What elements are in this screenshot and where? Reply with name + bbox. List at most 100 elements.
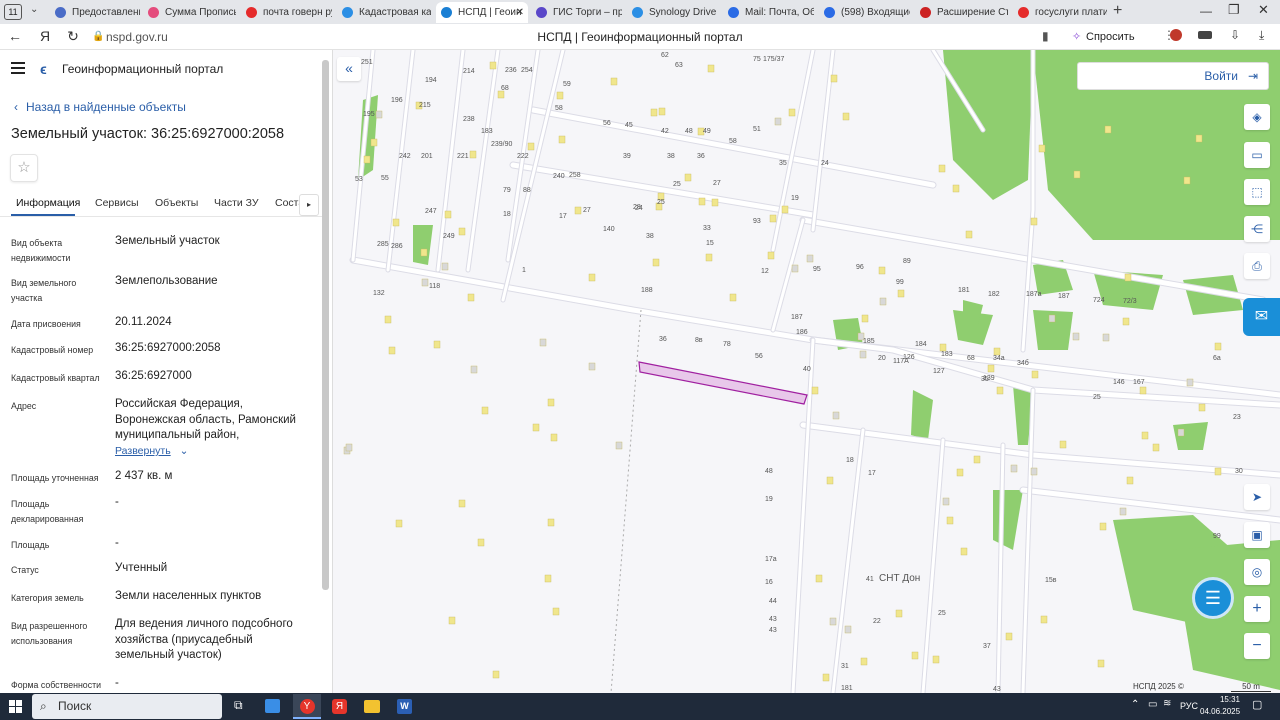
reload-icon[interactable]: ↻ xyxy=(64,28,82,45)
bookmark-icon[interactable]: ▮ xyxy=(1042,29,1049,43)
browser-tab[interactable]: Сумма Прописы xyxy=(143,2,236,23)
house-number-label: 45 xyxy=(625,122,633,129)
zoom-in-button[interactable]: + xyxy=(1244,596,1270,622)
close-tab-icon[interactable]: ✕ xyxy=(516,2,524,23)
panel-tab[interactable]: Части ЗУ xyxy=(214,197,259,209)
tab-label: Mail: Почта, Обл xyxy=(745,7,814,18)
tray-chevron-icon[interactable]: ⌃ xyxy=(1131,699,1139,710)
collapse-panel-button[interactable]: « xyxy=(337,57,361,81)
map-building xyxy=(1104,125,1112,134)
clock[interactable]: 15:31 04.06.2025 xyxy=(1200,694,1240,718)
browser-tab[interactable]: госуслуги плати xyxy=(1013,2,1107,23)
map-building xyxy=(588,362,596,371)
file-explorer-icon[interactable] xyxy=(364,700,380,713)
wifi-icon[interactable]: ≋ xyxy=(1163,698,1171,709)
geolocation-icon[interactable]: ➤ xyxy=(1244,484,1270,510)
tab-favicon-icon xyxy=(1018,7,1029,18)
panel-tab[interactable]: Сервисы xyxy=(95,197,139,209)
house-number-label: 6а xyxy=(1213,355,1221,362)
browser-tab[interactable]: (598) Входящие xyxy=(819,2,910,23)
map-building xyxy=(993,347,1001,356)
extension-icon[interactable] xyxy=(1198,31,1212,39)
minimize-icon[interactable]: — xyxy=(1200,4,1212,18)
print-icon[interactable]: ⎙ xyxy=(1244,253,1270,279)
profile-icon[interactable] xyxy=(1170,29,1182,41)
browser-tab[interactable]: почта говерн ру xyxy=(241,2,332,23)
assistant-icon[interactable]: ✉ xyxy=(1243,298,1280,336)
browser-tab[interactable]: ГИС Торги – про xyxy=(531,2,622,23)
map-building xyxy=(588,273,596,282)
minimap-icon[interactable]: ▣ xyxy=(1244,522,1270,548)
close-window-icon[interactable]: ✕ xyxy=(1258,2,1269,18)
yandex-icon-taskbar[interactable]: Я xyxy=(332,699,347,714)
browser-tab[interactable]: Synology Drive xyxy=(627,2,718,23)
house-number-label: 215 xyxy=(419,102,431,109)
chat-fab-icon[interactable]: ☰ xyxy=(1192,577,1234,619)
browser-tab[interactable]: Предоставлени xyxy=(50,2,140,23)
task-view-icon[interactable]: ⧉ xyxy=(234,698,243,713)
location-pin-icon[interactable]: ◎ xyxy=(1244,559,1270,585)
house-number-label: 12 xyxy=(761,268,769,275)
map-building xyxy=(973,455,981,464)
browser-tab[interactable]: НСПД | Геоин ✕ xyxy=(436,2,528,23)
map-canvas[interactable]: 251 194 214 236 254 62 63 75 175/37 195 196 215 238 6… xyxy=(333,50,1280,693)
yandex-icon[interactable]: Я xyxy=(36,28,54,44)
house-number-label: 99 xyxy=(1213,533,1221,540)
house-number-label: 240 xyxy=(553,173,565,180)
tab-list-chevron-icon[interactable]: ⌄ xyxy=(30,4,38,15)
house-number-label: 22 xyxy=(873,618,881,625)
sparkle-icon: ✧ xyxy=(1072,31,1082,43)
notification-icon[interactable]: ▢ xyxy=(1252,698,1262,711)
map-building xyxy=(552,607,560,616)
tab-label: Synology Drive xyxy=(649,7,717,18)
browser-tab[interactable]: Mail: Почта, Обл xyxy=(723,2,814,23)
network-icon[interactable]: ▭ xyxy=(1148,699,1157,710)
share-icon[interactable]: ⋲ xyxy=(1244,216,1270,242)
login-button[interactable]: Войти ⇥ xyxy=(1077,62,1269,90)
yandex-browser-icon[interactable]: Y xyxy=(293,694,321,719)
selected-parcel[interactable] xyxy=(638,361,808,405)
house-number-label: 44 xyxy=(769,598,777,605)
map-building xyxy=(574,206,582,215)
windows-start-icon[interactable] xyxy=(9,700,22,713)
back-arrow-icon[interactable]: ← xyxy=(6,28,24,44)
expand-address-link[interactable]: Развернуть ⌄ xyxy=(115,445,188,457)
store-icon[interactable] xyxy=(265,699,280,713)
field-label: Вид объекта недвижимости xyxy=(11,238,71,263)
tab-favicon-icon xyxy=(632,7,643,18)
browser-tab[interactable]: Кадастровая кар xyxy=(337,2,431,23)
map-building xyxy=(1097,659,1105,668)
download-icon[interactable]: ⤓ xyxy=(1259,28,1264,43)
sidebar-scrollbar[interactable] xyxy=(322,60,329,590)
language-indicator[interactable]: РУС xyxy=(1180,701,1198,711)
restore-icon[interactable]: ❐ xyxy=(1228,2,1240,18)
panel-tab[interactable]: Информация xyxy=(16,197,80,209)
panel-tab[interactable]: Объекты xyxy=(155,197,198,209)
tabs-scroll-right-button[interactable]: ▸ xyxy=(299,194,319,216)
hamburger-menu-icon[interactable] xyxy=(11,62,25,74)
select-area-icon[interactable]: ⬚ xyxy=(1244,179,1270,205)
downloads-icon[interactable]: ⇩ xyxy=(1230,28,1240,42)
map-road-core xyxy=(831,428,865,693)
house-number-label: 127 xyxy=(933,368,945,375)
url-field[interactable]: 🔒 nspd.gov.ru xyxy=(90,27,230,47)
tab-favicon-icon xyxy=(148,7,159,18)
new-tab-button[interactable]: + xyxy=(1113,2,1122,20)
ruler-icon[interactable]: ▭ xyxy=(1244,142,1270,168)
word-icon[interactable]: W xyxy=(397,699,412,714)
house-number-label: 118 xyxy=(429,283,440,290)
back-to-results-link[interactable]: ‹ Назад в найденные объекты xyxy=(14,100,186,114)
zoom-out-button[interactable]: − xyxy=(1244,633,1270,659)
layers-icon[interactable]: ◈ xyxy=(1244,104,1270,130)
browser-tab[interactable]: Расширение Стр xyxy=(915,2,1008,23)
taskbar-search[interactable]: ⌕ Поиск xyxy=(32,694,222,719)
search-icon: ⌕ xyxy=(40,699,47,713)
map-building xyxy=(1031,370,1039,379)
tab-count-badge[interactable]: 11 xyxy=(4,4,22,20)
favorite-star-icon[interactable]: ☆ xyxy=(10,154,38,182)
map-building xyxy=(1005,632,1013,641)
house-number-label: 37 xyxy=(983,643,991,650)
map-building xyxy=(558,135,566,144)
ask-button[interactable]: ✧ Спросить xyxy=(1068,27,1158,47)
field-label: Площадь уточненная xyxy=(11,473,99,483)
